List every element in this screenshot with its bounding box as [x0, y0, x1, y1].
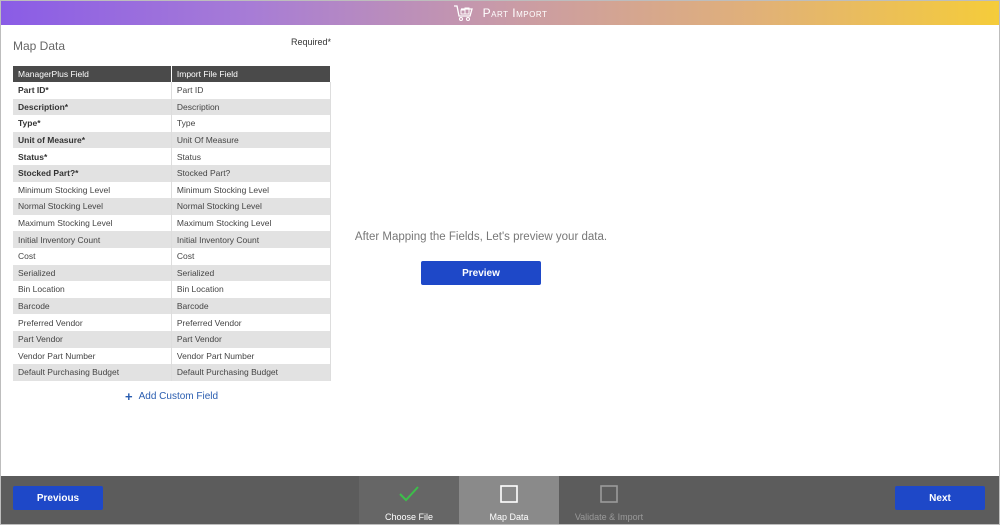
table-row: Vendor Part Number Vendor Part Number — [13, 347, 332, 365]
step-map-data[interactable]: Map Data — [459, 476, 559, 524]
column-header-managerplus-field: ManagerPlus Field — [13, 66, 172, 82]
table-row: Part Vendor Part Vendor — [13, 330, 332, 348]
managerplus-field-cell: Barcode — [13, 297, 172, 315]
managerplus-field-cell: Minimum Stocking Level — [13, 181, 172, 199]
managerplus-field-cell: Default Purchasing Budget — [13, 364, 172, 381]
table-row: Type* Type — [13, 115, 332, 132]
import-file-field-cell[interactable]: Unit Of Measure — [171, 131, 332, 149]
import-file-field-cell[interactable]: Stocked Part? — [171, 164, 332, 182]
import-file-field-cell[interactable]: Cost — [171, 247, 332, 265]
table-row: Maximum Stocking Level Maximum Stocking L… — [13, 214, 332, 232]
step-label: Map Data — [489, 512, 529, 522]
import-file-field-cell[interactable]: Minimum Stocking Level — [171, 181, 332, 199]
step-choose-file[interactable]: Choose File — [359, 476, 459, 524]
managerplus-field-cell: Part Vendor — [13, 330, 172, 348]
table-row: Initial Inventory Count Initial Inventory… — [13, 231, 332, 248]
managerplus-field-cell: Vendor Part Number — [13, 347, 172, 365]
table-row: Status* Status — [13, 148, 332, 165]
preview-area: After Mapping the Fields, Let's preview … — [341, 231, 621, 285]
wizard-footer: Previous Choose File Map Data Validate &… — [1, 476, 999, 524]
managerplus-field-cell: Cost — [13, 247, 172, 265]
managerplus-field-cell: Description* — [13, 98, 172, 116]
import-file-field-cell[interactable]: Maximum Stocking Level — [171, 214, 332, 232]
import-file-field-cell[interactable]: Bin Location — [171, 281, 332, 298]
managerplus-field-cell: Stocked Part?* — [13, 164, 172, 182]
required-note: Required* — [290, 37, 331, 47]
import-file-field-cell[interactable]: Vendor Part Number — [171, 347, 332, 365]
step-label: Validate & Import — [574, 512, 644, 522]
managerplus-field-cell: Part ID* — [13, 82, 172, 99]
managerplus-field-cell: Unit of Measure* — [13, 131, 172, 149]
import-file-field-cell[interactable]: Barcode — [171, 297, 332, 315]
import-file-field-cell[interactable]: Part ID — [171, 82, 332, 99]
table-row: Unit of Measure* Unit Of Measure — [13, 131, 332, 149]
plus-icon: + — [125, 388, 133, 404]
import-file-field-cell[interactable]: Description — [171, 98, 332, 116]
managerplus-field-cell: Initial Inventory Count — [13, 231, 172, 248]
step-validate-import[interactable]: Validate & Import — [559, 476, 659, 524]
checkmark-icon — [398, 484, 420, 504]
preview-message: After Mapping the Fields, Let's preview … — [354, 231, 608, 243]
add-custom-field-link[interactable]: + Add Custom Field — [125, 388, 219, 404]
managerplus-field-cell: Status* — [13, 148, 172, 165]
table-row: Stocked Part?* Stocked Part? — [13, 164, 332, 182]
empty-square-icon — [499, 484, 519, 504]
table-row: Preferred Vendor Preferred Vendor — [13, 314, 332, 331]
table-header-row: ManagerPlus Field Import File Field — [13, 66, 332, 82]
import-file-field-cell[interactable]: Serialized — [171, 264, 332, 282]
add-custom-field-label: Add Custom Field — [138, 391, 219, 402]
import-file-field-cell[interactable]: Part Vendor — [171, 330, 332, 348]
table-row: Part ID* Part ID — [13, 82, 332, 99]
table-body: Part ID* Part ID Description* Description Ty… — [13, 82, 332, 381]
table-row: Serialized Serialized — [13, 264, 332, 282]
import-file-field-cell[interactable]: Normal Stocking Level — [171, 198, 332, 215]
table-row: Cost Cost — [13, 247, 332, 265]
preview-button[interactable]: Preview — [421, 261, 541, 285]
import-file-field-cell[interactable]: Initial Inventory Count — [171, 231, 332, 248]
table-row: Barcode Barcode — [13, 297, 332, 315]
part-import-window: Part Import Map Data Required* ManagerPl… — [0, 0, 1000, 525]
table-row: Bin Location Bin Location — [13, 281, 332, 298]
window-title: Part Import — [482, 6, 548, 20]
managerplus-field-cell: Serialized — [13, 264, 172, 282]
table-row: Minimum Stocking Level Minimum Stocking L… — [13, 181, 332, 199]
title-bar: Part Import — [1, 1, 999, 25]
field-mapping-table: ManagerPlus Field Import File Field Part… — [13, 66, 332, 381]
managerplus-field-cell: Type* — [13, 115, 172, 132]
empty-square-icon — [599, 484, 619, 504]
map-data-heading: Map Data — [13, 39, 66, 53]
table-row: Default Purchasing Budget Default Purchas… — [13, 364, 332, 381]
column-header-import-file-field: Import File Field — [171, 66, 332, 82]
table-row: Description* Description — [13, 98, 332, 116]
managerplus-field-cell: Preferred Vendor — [13, 314, 172, 331]
next-button[interactable]: Next — [895, 486, 985, 510]
managerplus-field-cell: Bin Location — [13, 281, 172, 298]
cart-icon — [453, 4, 475, 22]
table-row: Normal Stocking Level Normal Stocking Lev… — [13, 198, 332, 215]
import-file-field-cell[interactable]: Type — [171, 115, 332, 132]
previous-button[interactable]: Previous — [13, 486, 103, 510]
managerplus-field-cell: Maximum Stocking Level — [13, 214, 172, 232]
import-file-field-cell[interactable]: Default Purchasing Budget — [171, 364, 332, 381]
import-file-field-cell[interactable]: Preferred Vendor — [171, 314, 332, 331]
step-label: Choose File — [384, 512, 434, 522]
managerplus-field-cell: Normal Stocking Level — [13, 198, 172, 215]
import-file-field-cell[interactable]: Status — [171, 148, 332, 165]
